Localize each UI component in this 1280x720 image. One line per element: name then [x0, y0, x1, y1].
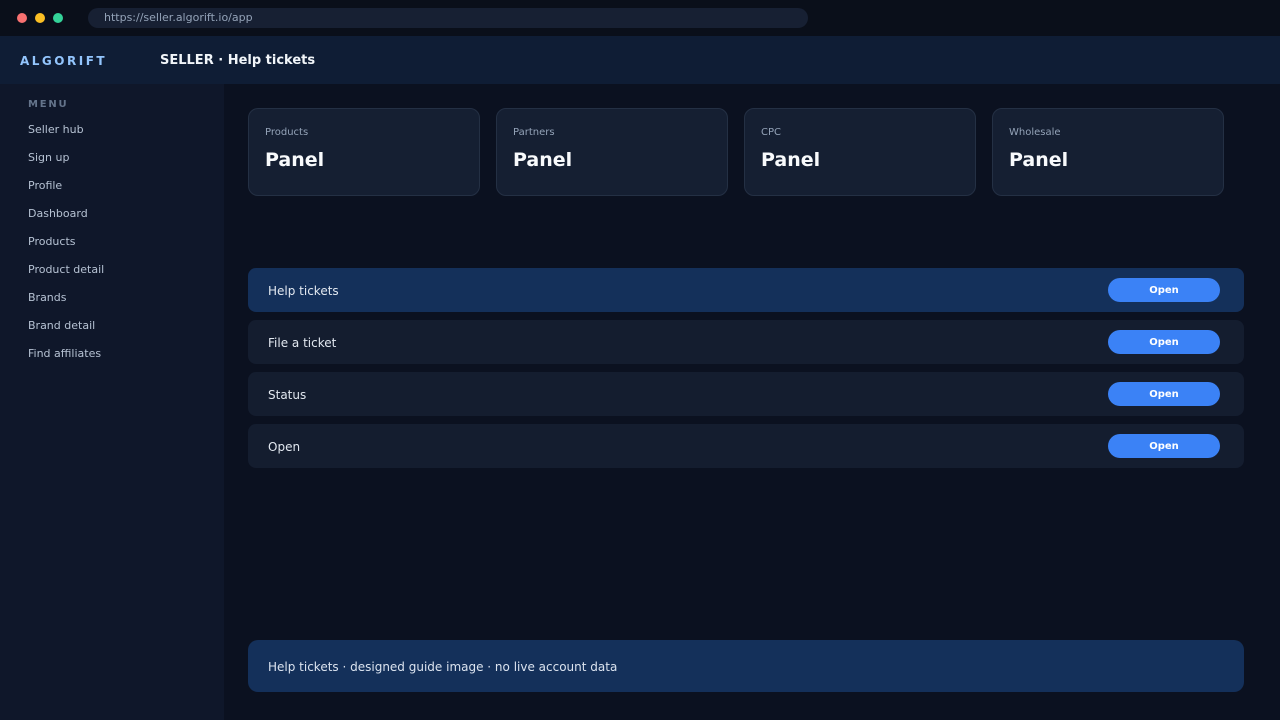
app-header: ALGORIFT SELLER · Help tickets — [0, 36, 1280, 84]
card-value: Panel — [1009, 149, 1069, 171]
sidebar-item-seller-hub[interactable]: Seller hub — [28, 122, 104, 150]
card-label: Partners — [513, 127, 555, 138]
maximize-window-icon[interactable] — [53, 13, 63, 23]
sidebar-item-profile[interactable]: Profile — [28, 178, 104, 206]
sidebar-item-products[interactable]: Products — [28, 234, 104, 262]
card-products[interactable]: Products Panel — [248, 108, 480, 196]
card-label: Products — [265, 127, 309, 138]
list-row-file-a-ticket[interactable]: File a ticket Open — [248, 320, 1244, 364]
address-bar[interactable]: https://seller.algorift.io/app — [88, 8, 808, 28]
sidebar-item-brand-detail[interactable]: Brand detail — [28, 318, 104, 346]
sidebar-item-find-affiliates[interactable]: Find affiliates — [28, 346, 104, 374]
card-value: Panel — [265, 149, 325, 171]
minimize-window-icon[interactable] — [35, 13, 45, 23]
list-row-open[interactable]: Open Open — [248, 424, 1244, 468]
close-window-icon[interactable] — [17, 13, 27, 23]
row-label: Open — [268, 440, 301, 454]
open-open-button[interactable]: Open — [1108, 434, 1220, 458]
card-label: Wholesale — [1009, 127, 1061, 138]
card-cpc[interactable]: CPC Panel — [744, 108, 976, 196]
browser-chrome: https://seller.algorift.io/app — [0, 0, 1280, 36]
row-label: Status — [268, 388, 307, 402]
open-status-button[interactable]: Open — [1108, 382, 1220, 406]
page-title: SELLER · Help tickets — [160, 53, 316, 68]
card-label: CPC — [761, 127, 781, 138]
list-row-help-tickets[interactable]: Help tickets Open — [248, 268, 1244, 312]
open-help-tickets-button[interactable]: Open — [1108, 278, 1220, 302]
row-label: Help tickets — [268, 284, 339, 298]
sidebar: MENU Seller hub Sign up Profile Dashboar… — [0, 84, 224, 720]
sidebar-nav: Seller hub Sign up Profile Dashboard Pro… — [28, 122, 104, 374]
card-wholesale[interactable]: Wholesale Panel — [992, 108, 1224, 196]
open-file-a-ticket-button[interactable]: Open — [1108, 330, 1220, 354]
sidebar-item-sign-up[interactable]: Sign up — [28, 150, 104, 178]
sidebar-item-product-detail[interactable]: Product detail — [28, 262, 104, 290]
sidebar-item-brands[interactable]: Brands — [28, 290, 104, 318]
menu-label: MENU — [28, 99, 69, 110]
card-value: Panel — [513, 149, 573, 171]
main-content: Products Panel Partners Panel CPC Panel … — [224, 84, 1280, 720]
card-value: Panel — [761, 149, 821, 171]
card-partners[interactable]: Partners Panel — [496, 108, 728, 196]
brand-logo[interactable]: ALGORIFT — [20, 36, 107, 86]
footer-note: Help tickets · designed guide image · no… — [248, 640, 1244, 692]
row-label: File a ticket — [268, 336, 337, 350]
sidebar-item-dashboard[interactable]: Dashboard — [28, 206, 104, 234]
list-row-status[interactable]: Status Open — [248, 372, 1244, 416]
